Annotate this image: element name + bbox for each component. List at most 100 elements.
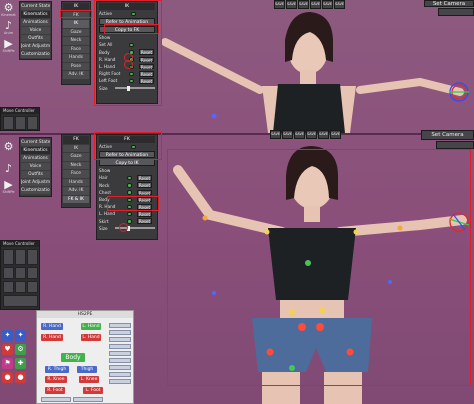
hs2pe-r-hand-2[interactable]: R. Hand	[41, 334, 63, 341]
tab-fk-ik[interactable]: FK & IK	[63, 195, 89, 203]
hs2pe-r-hand-1[interactable]: R. Hand	[41, 323, 63, 330]
state-item-joint[interactable]: Joint Adjustment	[21, 43, 50, 50]
chest-reset-button[interactable]: Reset	[137, 189, 152, 196]
state-item-animations[interactable]: Animations	[21, 19, 50, 26]
mc-cell-10[interactable]	[3, 295, 38, 307]
size-slider[interactable]	[115, 225, 155, 231]
camera-field-bottom[interactable]	[436, 141, 474, 149]
skirt-checkbox[interactable]	[127, 219, 132, 224]
tab-hands[interactable]: Hands	[63, 54, 89, 62]
mc-cell-5[interactable]	[15, 267, 26, 279]
l-hand-reset-button[interactable]: Reset	[137, 211, 152, 217]
mc-cell-8[interactable]	[15, 281, 26, 293]
hs2pe-option-3[interactable]	[109, 337, 131, 342]
active-checkbox[interactable]	[131, 144, 136, 150]
state-item-current[interactable]: Current State	[21, 3, 50, 10]
state-item-animations[interactable]: Animations	[21, 155, 50, 162]
body-checkbox[interactable]	[127, 197, 132, 203]
size-slider-knob[interactable]	[127, 225, 130, 231]
pose-icon-1[interactable]: ✦	[2, 330, 13, 341]
chest-checkbox[interactable]	[127, 190, 132, 195]
tab-neck[interactable]: Neck	[63, 161, 89, 169]
pose-icon-7[interactable]: ●	[2, 372, 13, 383]
l-hand-reset-button[interactable]: Reset	[139, 63, 154, 70]
right-foot-checkbox[interactable]	[129, 71, 134, 77]
hs2pe-l-thigh[interactable]: Thigh	[77, 366, 97, 373]
save-button-5[interactable]: SAVE	[318, 130, 329, 139]
tab-gaze[interactable]: Gaze	[63, 28, 89, 36]
save-button-5[interactable]: SAVE	[322, 0, 333, 9]
hs2pe-option-7[interactable]	[109, 365, 131, 370]
mc-cell-6[interactable]	[27, 267, 38, 279]
state-item-kinematics[interactable]: Kinematics	[21, 147, 50, 154]
camera-field-top[interactable]	[438, 8, 474, 16]
tab-ik[interactable]: IK	[63, 20, 89, 28]
save-button-4[interactable]: SAVE	[310, 0, 321, 9]
size-slider-knob[interactable]	[127, 85, 130, 91]
save-button-4[interactable]: SAVE	[306, 130, 317, 139]
save-button-2[interactable]: SAVE	[282, 130, 293, 139]
tab-face[interactable]: Face	[63, 170, 89, 178]
r-hand-checkbox[interactable]	[127, 204, 132, 210]
tab-adv-ik[interactable]: Adv. IK	[63, 71, 89, 79]
left-foot-reset-button[interactable]: Reset	[139, 78, 154, 84]
save-button-6[interactable]: SAVE	[330, 130, 341, 139]
mc-cell-2[interactable]	[15, 116, 26, 130]
tab-hands[interactable]: Hands	[63, 178, 89, 186]
save-button-6[interactable]: SAVE	[334, 0, 345, 9]
neck-reset-button[interactable]: Reset	[137, 182, 152, 188]
copy-to-ik-button[interactable]: Copy to IK	[99, 159, 155, 167]
hs2pe-body[interactable]: Body	[61, 353, 85, 362]
mc-cell-9[interactable]	[27, 281, 38, 293]
l-hand-checkbox[interactable]	[127, 211, 132, 217]
mc-cell-3[interactable]	[27, 249, 38, 265]
tab-gaze[interactable]: Gaze	[63, 153, 89, 161]
play-icon[interactable]: ▶ ShiftPe	[1, 178, 16, 194]
neck-checkbox[interactable]	[127, 183, 132, 188]
tab-ik[interactable]: IK	[63, 144, 89, 152]
hs2pe-option-1[interactable]	[109, 323, 131, 328]
state-item-custom[interactable]: Customization	[21, 187, 50, 194]
l-hand-checkbox[interactable]	[129, 64, 134, 70]
hs2pe-option-5[interactable]	[109, 351, 131, 356]
hs2pe-option-4[interactable]	[109, 344, 131, 349]
hs2pe-l-knee[interactable]: L. Knee	[79, 376, 99, 383]
hair-checkbox[interactable]	[127, 175, 132, 181]
mc-cell-1[interactable]	[3, 249, 14, 265]
pose-icon-5[interactable]: ⚑	[2, 358, 13, 369]
refer-to-animation-button[interactable]: Refer to Animation	[99, 151, 155, 159]
skirt-reset-button[interactable]: Reset	[137, 218, 152, 224]
pose-icon-8[interactable]: ●	[15, 372, 26, 383]
music-icon[interactable]: ♪	[1, 160, 16, 176]
music-icon[interactable]: ♪ Anim	[1, 19, 16, 35]
tab-pose[interactable]: Pose	[63, 62, 89, 70]
hs2pe-r-knee[interactable]: R. Knee	[45, 376, 67, 383]
hs2pe-r-thigh[interactable]: R. Thigh	[45, 366, 69, 373]
save-button-1[interactable]: SAVE	[274, 0, 285, 9]
save-button-3[interactable]: SAVE	[294, 130, 305, 139]
hs2pe-l-hand-1[interactable]: L. Hand	[81, 323, 101, 330]
state-item-joint[interactable]: Joint Adjustment	[21, 179, 50, 186]
pose-icon-3[interactable]: ♥	[2, 344, 13, 355]
mc-cell-2[interactable]	[15, 249, 26, 265]
mc-cell-4[interactable]	[3, 267, 14, 279]
hs2pe-footer-2[interactable]	[73, 397, 103, 402]
tab-neck[interactable]: Neck	[63, 37, 89, 45]
right-foot-reset-button[interactable]: Reset	[139, 70, 154, 77]
copy-to-fk-button[interactable]: Copy to FK	[99, 26, 155, 34]
r-hand-checkbox[interactable]	[129, 57, 134, 62]
pose-icon-4[interactable]: ⚙	[15, 344, 26, 355]
set-all-checkbox[interactable]	[129, 42, 134, 48]
state-item-outfits[interactable]: Outfits	[21, 35, 50, 42]
hs2pe-l-hand-2[interactable]: L. Hand	[81, 334, 101, 341]
tab-fk[interactable]: FK	[63, 11, 89, 19]
hs2pe-option-8[interactable]	[109, 372, 131, 377]
hs2pe-l-foot[interactable]: L. Foot	[83, 387, 103, 394]
state-item-voice[interactable]: Voice	[21, 27, 50, 34]
tab-adv-ik[interactable]: Adv. IK	[63, 187, 89, 195]
state-item-outfits[interactable]: Outfits	[21, 171, 50, 178]
refer-to-animation-button[interactable]: Refer to Animation	[99, 18, 155, 26]
hs2pe-footer-1[interactable]	[41, 397, 71, 402]
mc-cell-1[interactable]	[3, 116, 14, 130]
mc-cell-3[interactable]	[27, 116, 38, 130]
